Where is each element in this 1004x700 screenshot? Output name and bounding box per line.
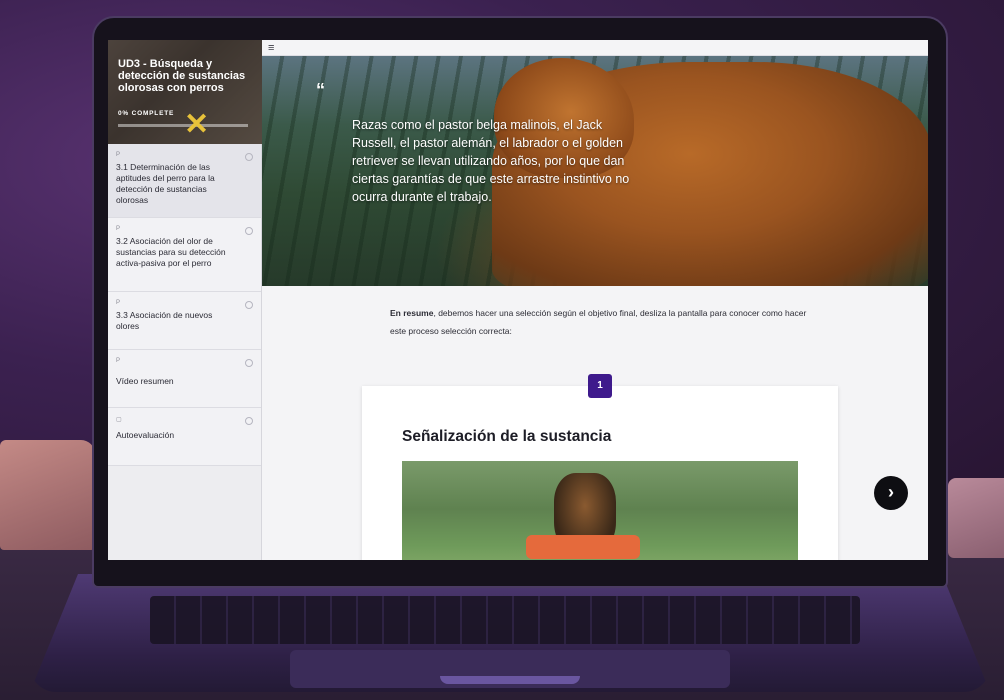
laptop-keyboard bbox=[150, 596, 860, 644]
step-number-badge: 1 bbox=[588, 374, 612, 398]
course-title: UD3 - Búsqueda y detección de sustancias… bbox=[118, 58, 246, 94]
progress-bar bbox=[118, 124, 248, 127]
progress-label: 0% COMPLETE bbox=[118, 110, 175, 117]
summary-body: , debemos hacer una selección según el o… bbox=[390, 308, 807, 336]
step-card-image bbox=[402, 461, 798, 560]
sidebar-item-lesson-3-3[interactable]: P 3.3 Asociación de nuevos olores bbox=[108, 292, 261, 350]
summary-bold: En resume bbox=[390, 308, 434, 318]
course-sidebar: UD3 - Búsqueda y detección de sustancias… bbox=[108, 40, 262, 560]
summary-text: En resume, debemos hacer una selección s… bbox=[390, 304, 810, 340]
sidebar-item-label: 3.2 Asociación del olor de sustancias pa… bbox=[116, 236, 226, 268]
lesson-type-label: P bbox=[116, 226, 121, 232]
quiz-icon: ▢ bbox=[116, 417, 122, 423]
step-card: Señalización de la sustancia bbox=[362, 386, 838, 560]
status-ring-icon bbox=[245, 417, 253, 425]
background-object-left bbox=[0, 440, 95, 550]
lesson-type-label: P bbox=[116, 152, 121, 158]
sidebar-item-label: 3.1 Determinación de las aptitudes del p… bbox=[116, 162, 215, 205]
next-button[interactable]: › bbox=[874, 476, 908, 510]
chevron-right-icon: › bbox=[888, 482, 894, 502]
sidebar-item-video-resumen[interactable]: P Vídeo resumen bbox=[108, 350, 261, 408]
sidebar-item-label: 3.3 Asociación de nuevos olores bbox=[116, 310, 213, 331]
top-bar: ≡ bbox=[262, 40, 928, 56]
status-ring-icon bbox=[245, 227, 253, 235]
progress-ring-icon bbox=[245, 153, 253, 161]
sidebar-item-lesson-3-1[interactable]: P 3.1 Determinación de las aptitudes del… bbox=[108, 144, 261, 218]
quote-icon: “ bbox=[316, 80, 325, 100]
hamburger-menu-icon[interactable]: ≡ bbox=[268, 43, 280, 54]
dog-toy-photo bbox=[526, 535, 640, 559]
status-ring-icon bbox=[245, 359, 253, 367]
status-ring-icon bbox=[245, 301, 253, 309]
laptop-screen: UD3 - Búsqueda y detección de sustancias… bbox=[108, 40, 928, 560]
course-header: UD3 - Búsqueda y detección de sustancias… bbox=[108, 40, 262, 144]
sidebar-item-autoevaluacion[interactable]: ▢ Autoevaluación bbox=[108, 408, 261, 466]
sidebar-item-label: Autoevaluación bbox=[116, 430, 175, 440]
close-mark-icon: ✕ bbox=[184, 108, 210, 141]
sidebar-item-label: Vídeo resumen bbox=[116, 376, 174, 386]
lesson-type-label: P bbox=[116, 358, 121, 364]
lesson-content: ≡ “ Razas como el pastor belga malinois,… bbox=[262, 40, 928, 560]
background-object-right bbox=[948, 478, 1004, 558]
quote-hero: “ Razas como el pastor belga malinois, e… bbox=[262, 56, 928, 286]
laptop-notch bbox=[440, 676, 580, 684]
sidebar-item-lesson-3-2[interactable]: P 3.2 Asociación del olor de sustancias … bbox=[108, 218, 261, 292]
step-card-title: Señalización de la sustancia bbox=[402, 428, 612, 445]
hero-quote: Razas como el pastor belga malinois, el … bbox=[352, 118, 630, 204]
lesson-type-label: P bbox=[116, 300, 121, 306]
